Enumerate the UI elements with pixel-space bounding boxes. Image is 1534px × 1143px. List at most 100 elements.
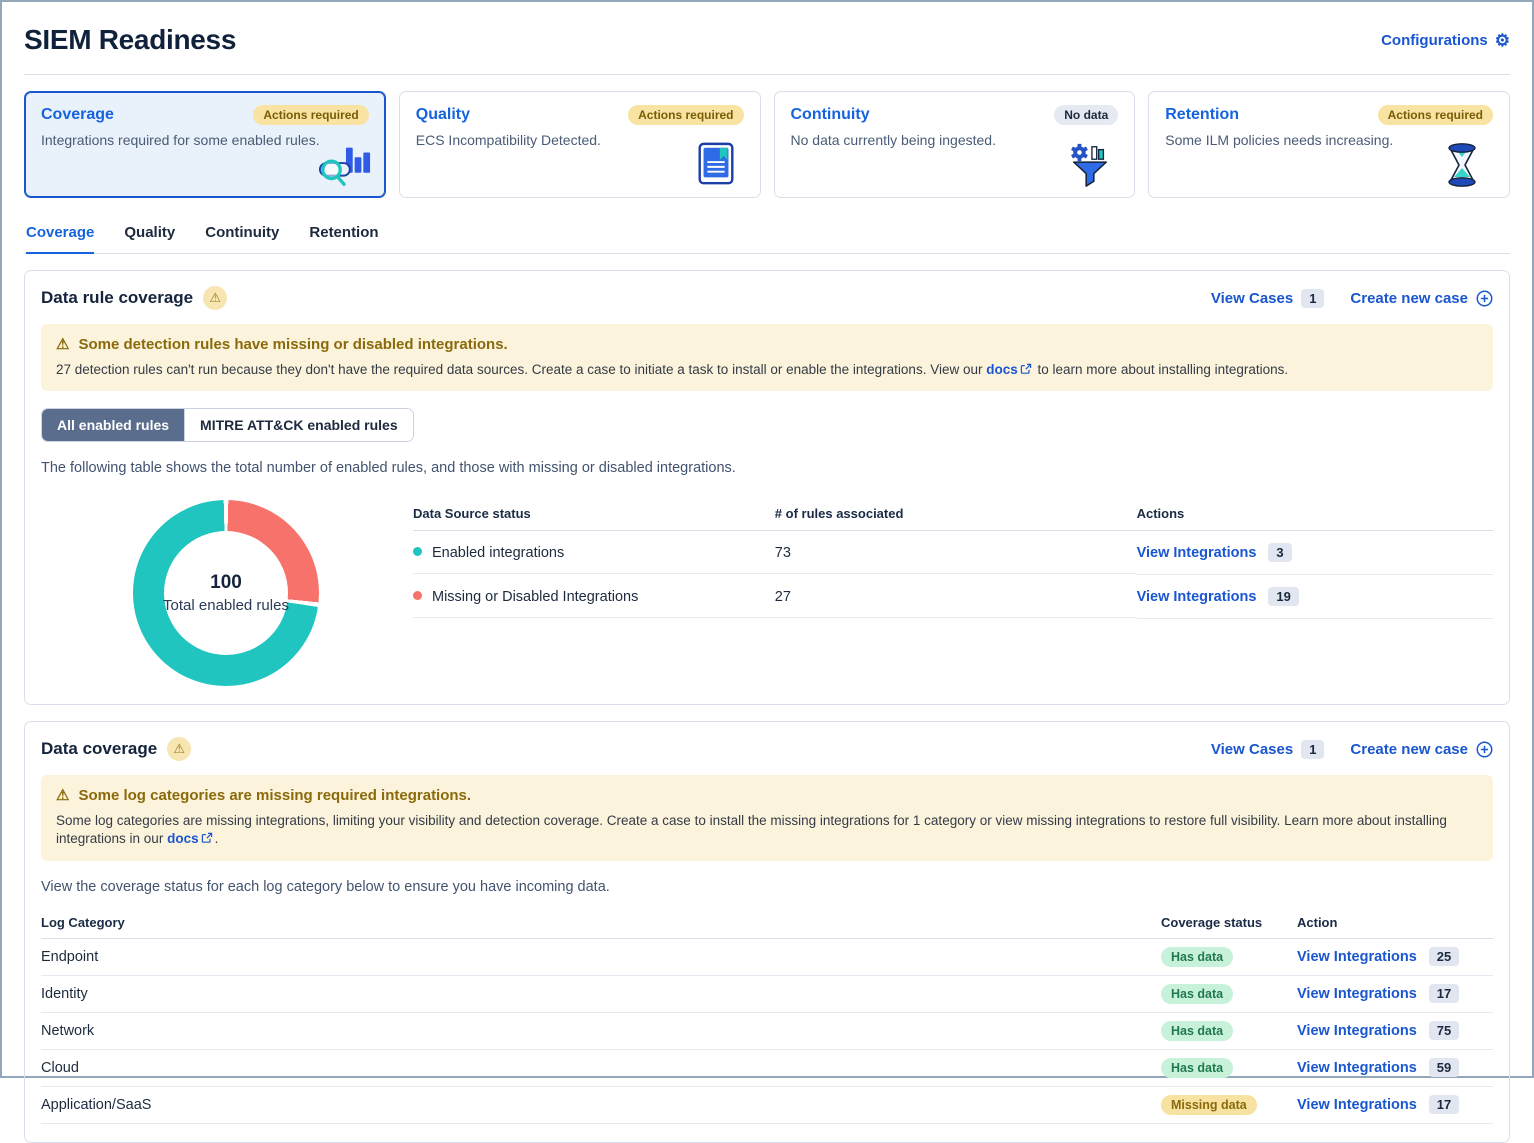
card-coverage-badge: Actions required [253, 105, 368, 125]
card-continuity[interactable]: Continuity No data No data currently bei… [774, 91, 1136, 198]
status-badge: Missing data [1161, 1095, 1257, 1115]
callout-body-text: 27 detection rules can't run because the… [56, 361, 1478, 379]
create-new-case-label: Create new case [1350, 290, 1468, 307]
table-row: Cloud Has data View Integrations 59 [41, 1050, 1493, 1087]
view-cases-count-badge: 1 [1301, 740, 1324, 759]
card-coverage[interactable]: Coverage Actions required Integrations r… [24, 91, 386, 198]
donut-chart: 100 Total enabled rules [133, 500, 319, 686]
toggle-all-enabled-rules[interactable]: All enabled rules [42, 409, 184, 441]
rules-table: Data Source status # of rules associated… [413, 500, 1493, 686]
table-row: Endpoint Has data View Integrations 25 [41, 939, 1493, 976]
plus-circle-icon [1476, 290, 1493, 307]
view-integrations-link[interactable]: View Integrations [1297, 1060, 1417, 1076]
funnel-icon [1067, 141, 1121, 189]
col-data-source-status: Data Source status [413, 506, 775, 521]
card-retention-badge: Actions required [1378, 105, 1493, 125]
siem-readiness-page: SIEM Readiness Configurations ⚙ Coverage… [2, 2, 1532, 1143]
create-new-case-link[interactable]: Create new case [1350, 290, 1493, 307]
integrations-count-badge: 59 [1429, 1058, 1459, 1077]
col-log-category: Log Category [41, 915, 1161, 930]
external-link-icon [1020, 363, 1032, 375]
docs-link[interactable]: docs [986, 362, 1018, 377]
rules-table-header: Data Source status # of rules associated… [413, 500, 1493, 531]
view-integrations-link[interactable]: View Integrations [1297, 1097, 1417, 1113]
tab-retention[interactable]: Retention [309, 218, 378, 253]
donut-total-label: Total enabled rules [163, 597, 289, 614]
enabled-dot-icon [413, 547, 422, 556]
hourglass-icon [1442, 141, 1496, 189]
configurations-link[interactable]: Configurations ⚙ [1381, 32, 1510, 49]
integrations-count-badge: 19 [1268, 587, 1298, 606]
card-quality-badge: Actions required [628, 105, 743, 125]
toggle-mitre-enabled-rules[interactable]: MITRE ATT&CK enabled rules [184, 409, 413, 441]
table-row: Enabled integrations 73 View Integration… [413, 531, 1493, 575]
create-new-case-link[interactable]: Create new case [1350, 741, 1493, 758]
col-rules-associated: # of rules associated [775, 506, 1137, 521]
data-coverage-description: View the coverage status for each log ca… [41, 879, 1493, 895]
card-retention[interactable]: Retention Actions required Some ILM poli… [1148, 91, 1510, 198]
external-link-icon [201, 832, 213, 844]
data-coverage-warning-callout: ⚠ Some log categories are missing requir… [41, 775, 1493, 860]
callout-text-after: . [215, 831, 219, 846]
warning-icon: ⚠ [203, 286, 227, 310]
table-row: Identity Has data View Integrations 17 [41, 976, 1493, 1013]
view-cases-label: View Cases [1211, 290, 1293, 307]
card-quality-title: Quality [416, 106, 470, 124]
view-cases-link[interactable]: View Cases 1 [1211, 740, 1325, 759]
coverage-table-header: Log Category Coverage status Action [41, 911, 1493, 939]
data-coverage-panel: Data coverage ⚠ View Cases 1 Create new … [24, 721, 1510, 1142]
missing-dot-icon [413, 591, 422, 600]
rule-coverage-warning-callout: ⚠ Some detection rules have missing or d… [41, 324, 1493, 391]
gear-icon: ⚙ [1495, 32, 1510, 49]
status-badge: Has data [1161, 1021, 1233, 1041]
view-cases-link[interactable]: View Cases 1 [1211, 289, 1325, 308]
row-label: Missing or Disabled Integrations [432, 589, 638, 605]
integrations-count-badge: 3 [1268, 543, 1291, 562]
callout-text-before: 27 detection rules can't run because the… [56, 362, 982, 377]
view-integrations-link[interactable]: View Integrations [1137, 545, 1257, 561]
callout-title-text: Some log categories are missing required… [78, 787, 471, 804]
card-retention-title: Retention [1165, 106, 1239, 124]
donut-total-value: 100 [210, 572, 242, 594]
plus-circle-icon [1476, 741, 1493, 758]
view-integrations-link[interactable]: View Integrations [1137, 589, 1257, 605]
table-row: Network Has data View Integrations 75 [41, 1013, 1493, 1050]
chart-magnifier-icon [318, 141, 372, 189]
row-count: 73 [775, 533, 1137, 574]
coverage-table: Log Category Coverage status Action Endp… [41, 911, 1493, 1124]
docs-link[interactable]: docs [167, 831, 199, 846]
table-row: Application/SaaS Missing data View Integ… [41, 1087, 1493, 1124]
tab-quality[interactable]: Quality [124, 218, 175, 253]
log-category: Application/SaaS [41, 1087, 1161, 1124]
card-coverage-title: Coverage [41, 106, 114, 124]
card-continuity-badge: No data [1054, 105, 1118, 125]
log-category: Endpoint [41, 939, 1161, 976]
log-category: Cloud [41, 1050, 1161, 1087]
view-integrations-link[interactable]: View Integrations [1297, 949, 1417, 965]
integrations-count-badge: 17 [1429, 1095, 1459, 1114]
card-quality[interactable]: Quality Actions required ECS Incompatibi… [399, 91, 761, 198]
status-badge: Has data [1161, 947, 1233, 967]
warning-triangle-icon: ⚠ [56, 335, 69, 353]
table-row: Missing or Disabled Integrations 27 View… [413, 575, 1493, 619]
tab-coverage[interactable]: Coverage [26, 218, 94, 254]
col-action: Action [1297, 915, 1493, 930]
tab-continuity[interactable]: Continuity [205, 218, 279, 253]
col-actions: Actions [1137, 506, 1493, 521]
view-cases-label: View Cases [1211, 741, 1293, 758]
integrations-count-badge: 75 [1429, 1021, 1459, 1040]
view-integrations-link[interactable]: View Integrations [1297, 986, 1417, 1002]
book-icon [693, 141, 747, 189]
log-category: Identity [41, 976, 1161, 1013]
card-continuity-title: Continuity [791, 106, 870, 124]
integrations-count-badge: 25 [1429, 947, 1459, 966]
create-new-case-label: Create new case [1350, 741, 1468, 758]
data-coverage-title: Data coverage [41, 739, 157, 759]
row-count: 27 [775, 577, 1137, 618]
configurations-label: Configurations [1381, 32, 1488, 49]
data-rule-coverage-panel: Data rule coverage ⚠ View Cases 1 Create… [24, 270, 1510, 705]
page-title: SIEM Readiness [24, 24, 236, 56]
warning-icon: ⚠ [167, 737, 191, 761]
view-integrations-link[interactable]: View Integrations [1297, 1023, 1417, 1039]
rule-coverage-description: The following table shows the total numb… [41, 460, 1493, 476]
